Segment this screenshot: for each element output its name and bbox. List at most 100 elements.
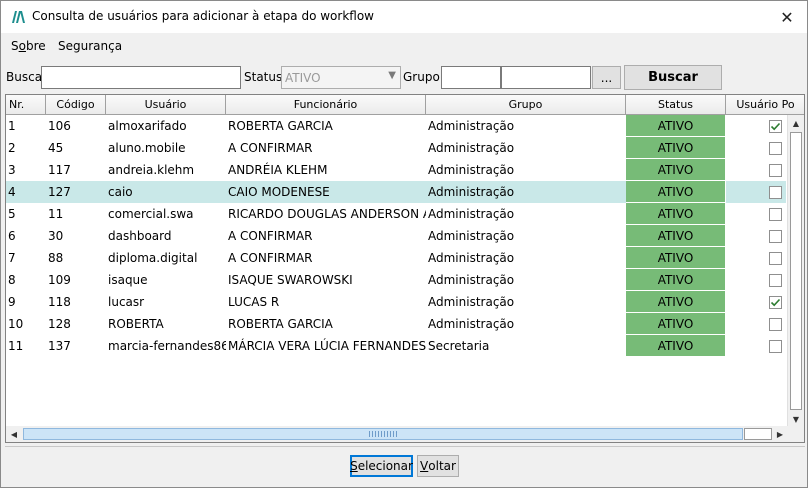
cell-codigo: 45 <box>48 141 64 155</box>
filter-bar: Busca: Status: ATIVO ▼ Grupo: ... Buscar <box>1 63 807 91</box>
voltar-label: oltar <box>428 459 456 473</box>
cell-usuario: almoxarifado <box>108 119 187 133</box>
usuario-po-checkbox[interactable] <box>769 340 782 353</box>
checkmark-icon <box>770 298 781 307</box>
usuario-po-checkbox[interactable] <box>769 252 782 265</box>
status-select-value: ATIVO <box>285 71 321 85</box>
checkmark-icon <box>770 122 781 131</box>
cell-grupo: Administração <box>428 163 515 177</box>
cell-nr: 10 <box>8 317 24 331</box>
cell-funcionario: ISAQUE SWAROWSKI <box>228 273 353 287</box>
cell-codigo: 137 <box>48 339 71 353</box>
cell-status: ATIVO <box>626 335 726 357</box>
cell-status: ATIVO <box>626 291 726 313</box>
cell-funcionario: A CONFIRMAR <box>228 251 313 265</box>
cell-nr: 6 <box>8 229 16 243</box>
scroll-down-icon[interactable]: ▼ <box>788 411 804 427</box>
cell-status: ATIVO <box>626 247 726 269</box>
cell-grupo: Administração <box>428 185 515 199</box>
selecionar-button[interactable]: Selecionar <box>350 455 413 477</box>
menu-seguranca[interactable]: Segurança <box>58 39 122 53</box>
usuario-po-checkbox[interactable] <box>769 120 782 133</box>
title-bar: Consulta de usuários para adicionar à et… <box>1 1 807 33</box>
table-row[interactable]: 3 117 andreia.klehm ANDRÉIA KLEHM Administra… <box>6 159 786 181</box>
table-row[interactable]: 11 137 marcia-fernandes86...MÁRCIA VERA LÚ… <box>6 335 786 357</box>
col-funcionario[interactable]: Funcionário <box>226 95 426 115</box>
table-row[interactable]: 1 106 almoxarifado ROBERTA GARCIA Administra… <box>6 115 786 137</box>
cell-funcionario: ROBERTA GARCIA <box>228 119 333 133</box>
cell-funcionario: CAIO MODENESE <box>228 185 330 199</box>
cell-grupo: Administração <box>428 273 515 287</box>
usuario-po-checkbox[interactable] <box>769 186 782 199</box>
cell-usuario: comercial.swa <box>108 207 194 221</box>
grupo-name-input[interactable] <box>501 66 591 89</box>
table-row[interactable]: 8 109 isaque ISAQUE SWAROWSKI Administração A… <box>6 269 786 291</box>
cell-codigo: 117 <box>48 163 71 177</box>
cell-status: ATIVO <box>626 159 726 181</box>
busca-input[interactable] <box>41 66 241 89</box>
table-row[interactable]: 2 45 aluno.mobile A CONFIRMAR Administração A… <box>6 137 786 159</box>
table-row[interactable]: 5 11 comercial.swa RICARDO DOUGLAS ANDERSON… <box>6 203 786 225</box>
cell-status: ATIVO <box>626 181 726 203</box>
cell-nr: 1 <box>8 119 16 133</box>
table-row[interactable]: 7 88 diploma.digital A CONFIRMAR Administraç… <box>6 247 786 269</box>
col-nr[interactable]: Nr. <box>6 95 46 115</box>
close-button[interactable]: ✕ <box>767 1 807 33</box>
cell-usuario: ROBERTA <box>108 317 164 331</box>
usuario-po-checkbox[interactable] <box>769 164 782 177</box>
close-icon: ✕ <box>780 7 794 27</box>
col-grupo[interactable]: Grupo <box>426 95 626 115</box>
horizontal-scrollbar[interactable]: ◀ ▶ <box>6 426 788 442</box>
scroll-corner <box>787 426 804 442</box>
usuario-po-checkbox[interactable] <box>769 318 782 331</box>
col-codigo[interactable]: Código <box>46 95 106 115</box>
scroll-right-icon[interactable]: ▶ <box>772 426 788 442</box>
voltar-mnemonic: V <box>420 459 429 473</box>
cell-funcionario: LUCAS R <box>228 295 280 309</box>
buscar-button[interactable]: Buscar <box>624 65 722 90</box>
cell-usuario: diploma.digital <box>108 251 198 265</box>
usuario-po-checkbox[interactable] <box>769 296 782 309</box>
cell-codigo: 30 <box>48 229 64 243</box>
usuario-po-checkbox[interactable] <box>769 142 782 155</box>
cell-grupo: Administração <box>428 229 515 243</box>
usuario-po-checkbox[interactable] <box>769 274 782 287</box>
usuario-po-checkbox[interactable] <box>769 230 782 243</box>
cell-usuario: caio <box>108 185 133 199</box>
cell-status: ATIVO <box>626 269 726 291</box>
cell-codigo: 128 <box>48 317 71 331</box>
voltar-button[interactable]: Voltar <box>417 455 459 477</box>
scroll-up-icon[interactable]: ▲ <box>788 115 804 131</box>
cell-nr: 5 <box>8 207 16 221</box>
usuario-po-checkbox[interactable] <box>769 208 782 221</box>
grupo-code-input[interactable] <box>441 66 501 89</box>
scroll-left-icon[interactable]: ◀ <box>6 426 22 442</box>
col-status[interactable]: Status <box>626 95 726 115</box>
vertical-scrollbar[interactable]: ▲ ▼ <box>787 115 804 427</box>
app-logo-icon <box>12 11 25 23</box>
selecionar-mnemonic: S <box>350 459 358 473</box>
status-label: Status: <box>244 70 287 84</box>
cell-usuario: lucasr <box>108 295 145 309</box>
grupo-label: Grupo: <box>403 70 444 84</box>
cell-nr: 8 <box>8 273 16 287</box>
cell-funcionario: RICARDO DOUGLAS ANDERSON A... <box>228 207 426 221</box>
col-usuario-po[interactable]: Usuário Po <box>726 95 804 115</box>
table-row[interactable]: 4 127 caio CAIO MODENESE Administração ATIVO <box>6 181 786 203</box>
cell-status: ATIVO <box>626 137 726 159</box>
scroll-thumb[interactable] <box>790 132 802 410</box>
menu-sobre[interactable]: Sobre <box>11 39 46 53</box>
table-row[interactable]: 10 128 ROBERTA ROBERTA GARCIA Administração A… <box>6 313 786 335</box>
cell-nr: 9 <box>8 295 16 309</box>
table-row[interactable]: 6 30 dashboard A CONFIRMAR Administração ATIV… <box>6 225 786 247</box>
cell-funcionario: ROBERTA GARCIA <box>228 317 333 331</box>
grupo-browse-button[interactable]: ... <box>592 66 621 89</box>
grip-icon <box>369 431 399 437</box>
col-usuario[interactable]: Usuário <box>106 95 226 115</box>
status-select[interactable]: ATIVO ▼ <box>281 66 401 89</box>
cell-funcionario: MÁRCIA VERA LÚCIA FERNANDES <box>228 339 426 353</box>
table-header: Nr. Código Usuário Funcionário Grupo Sta… <box>6 95 804 115</box>
hscroll-thumb[interactable] <box>23 428 743 440</box>
table-row[interactable]: 9 118 lucasr LUCAS R Administração ATIVO <box>6 291 786 313</box>
window-title: Consulta de usuários para adicionar à et… <box>32 9 374 23</box>
